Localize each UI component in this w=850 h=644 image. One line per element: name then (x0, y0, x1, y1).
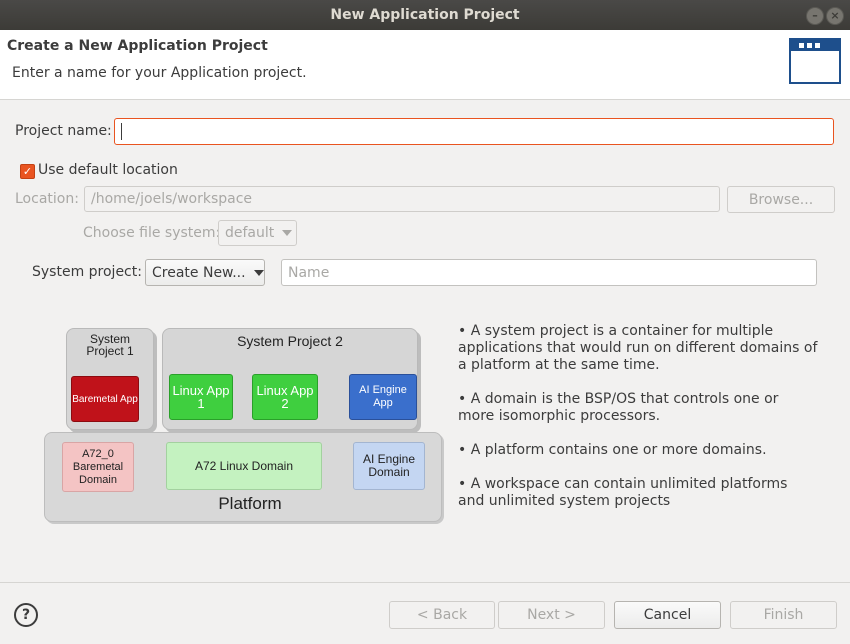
footer-divider (0, 582, 850, 583)
location-input[interactable]: /home/joels/workspace (84, 186, 720, 212)
system-project-label: System project: (32, 264, 142, 280)
project-name-label: Project name: (15, 123, 112, 139)
ai-engine-domain-block: AI Engine Domain (353, 442, 425, 490)
chevron-down-icon (282, 230, 293, 236)
wizard-window-icon (789, 38, 841, 84)
system-project-select[interactable]: Create New... (145, 259, 265, 286)
browse-button[interactable]: Browse... (727, 186, 835, 213)
next-button[interactable]: Next > (498, 601, 605, 629)
minimize-icon[interactable]: – (806, 7, 824, 25)
info-panel: • A system project is a container for mu… (458, 323, 818, 527)
system-project-name-input[interactable]: Name (281, 259, 817, 286)
info-bullet: • A workspace can contain unlimited plat… (458, 476, 788, 509)
system-project-name-placeholder: Name (288, 264, 330, 281)
close-icon[interactable]: × (826, 7, 844, 25)
help-icon[interactable]: ? (14, 603, 38, 627)
linux-app-1-block: Linux App 1 (169, 374, 233, 420)
file-system-value: default (225, 225, 275, 241)
location-label: Location: (15, 191, 79, 207)
system-project-value: Create New... (152, 264, 246, 281)
file-system-select[interactable]: default (218, 220, 297, 246)
a72-linux-domain-block: A72 Linux Domain (166, 442, 322, 490)
cancel-button[interactable]: Cancel (614, 601, 721, 629)
use-default-location-label: Use default location (38, 162, 178, 178)
finish-button[interactable]: Finish (730, 601, 837, 629)
ai-engine-app-block: AI Engine App (349, 374, 417, 420)
info-bullet: • A system project is a container for mu… (458, 323, 818, 373)
baremetal-app-block: Baremetal App (71, 376, 139, 422)
info-bullet: • A platform contains one or more domain… (458, 442, 767, 458)
chevron-down-icon (253, 269, 264, 276)
wizard-header: Create a New Application Project Enter a… (0, 30, 850, 100)
architecture-diagram: System Project 1 System Project 2 Bareme… (44, 328, 448, 526)
platform-label: Platform (218, 494, 282, 513)
back-button[interactable]: < Back (389, 601, 495, 629)
page-title: Create a New Application Project (7, 38, 268, 54)
window-title: New Application Project (330, 7, 520, 23)
project-name-input[interactable] (114, 118, 834, 145)
location-value: /home/joels/workspace (91, 191, 253, 207)
window-titlebar: New Application Project – × (0, 0, 850, 30)
file-system-label: Choose file system: (83, 225, 221, 241)
text-cursor (121, 123, 122, 140)
a72-0-baremetal-domain-block: A72_0 Baremetal Domain (62, 442, 134, 492)
system-project-2-label: System Project 2 (237, 333, 343, 349)
page-subtitle: Enter a name for your Application projec… (12, 65, 307, 81)
system-project-1-label: System Project 1 (86, 332, 134, 358)
use-default-location-checkbox[interactable]: ✓ (20, 164, 35, 179)
info-bullet: • A domain is the BSP/OS that controls o… (458, 391, 779, 424)
linux-app-2-block: Linux App 2 (252, 374, 318, 420)
